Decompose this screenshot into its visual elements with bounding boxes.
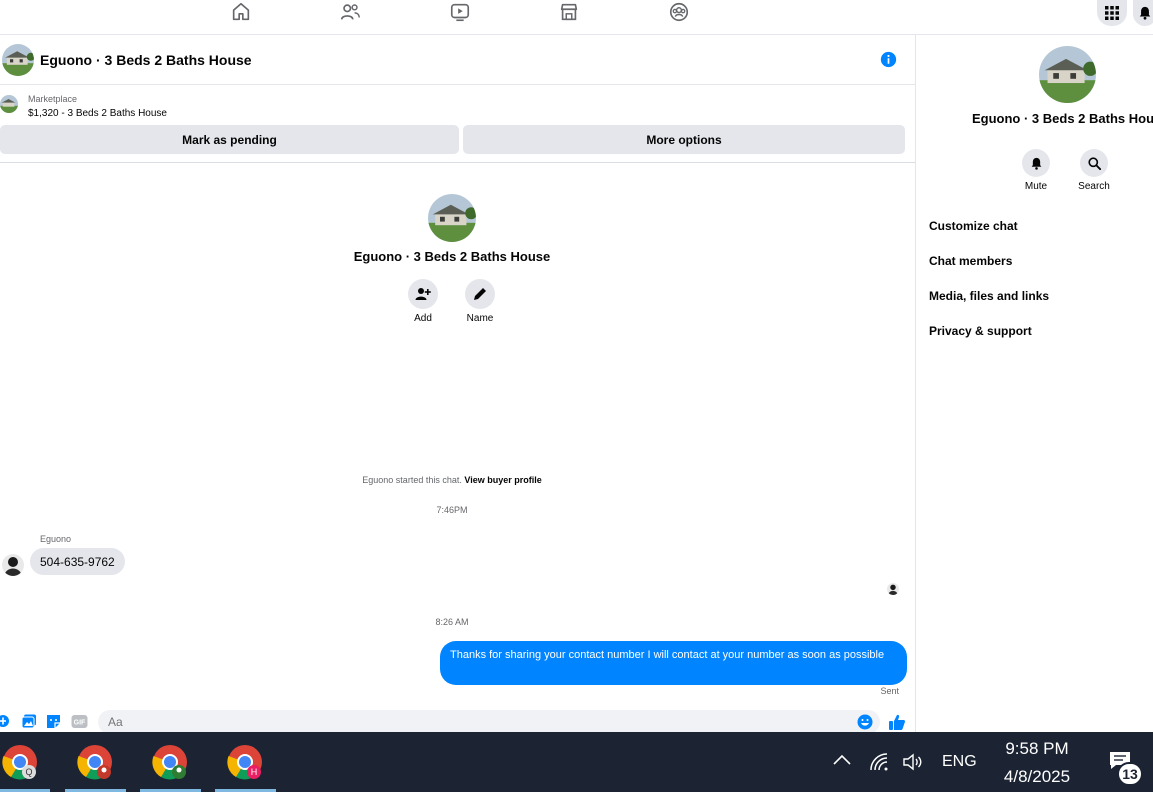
privacy-support-item[interactable]: Privacy & support (929, 324, 1032, 338)
chevron-up-icon[interactable] (832, 752, 852, 766)
chat-messages-area: Eguono · 3 Beds 2 Baths House Add Name E… (0, 163, 915, 708)
add-person-icon[interactable] (408, 279, 438, 309)
friends-icon[interactable] (339, 1, 361, 23)
customize-chat-item[interactable]: Customize chat (929, 219, 1018, 233)
panel-name: Eguono · 3 Beds 2 Baths House (972, 111, 1153, 126)
chat-avatar[interactable] (2, 44, 34, 76)
timestamp-1: 7:46PM (436, 505, 468, 515)
bell-icon[interactable] (1022, 149, 1050, 177)
listing-title[interactable]: $1,320 - 3 Beds 2 Baths House (28, 108, 167, 119)
chat-title[interactable]: Eguono · 3 Beds 2 Baths House (40, 52, 252, 68)
marketplace-icon[interactable] (558, 1, 580, 23)
thumbs-up-icon[interactable] (888, 713, 906, 731)
conversation-details-panel: Eguono · 3 Beds 2 Baths House Mute Searc… (915, 35, 1153, 732)
sender-avatar[interactable] (2, 554, 24, 576)
add-label: Add (414, 313, 432, 324)
chrome-icon[interactable]: Q (2, 744, 38, 780)
watch-icon[interactable] (449, 1, 471, 23)
chrome-icon[interactable] (77, 744, 113, 780)
volume-icon[interactable] (902, 752, 924, 772)
timestamp-2: 8:26 AM (435, 617, 469, 627)
search-icon[interactable] (1080, 149, 1108, 177)
windows-taskbar: Q H ENG 9:58 PM 4/8/2025 13 (0, 732, 1153, 792)
marketplace-bar: Marketplace $1,320 - 3 Beds 2 Baths Hous… (0, 85, 915, 163)
media-files-links-item[interactable]: Media, files and links (929, 289, 1049, 303)
pencil-icon[interactable] (465, 279, 495, 309)
mark-as-pending-button[interactable]: Mark as pending (0, 125, 459, 154)
chat-started-text: Eguono started this chat. (362, 475, 462, 485)
plus-icon[interactable] (0, 714, 12, 728)
clock-time[interactable]: 9:58 PM (990, 739, 1084, 759)
name-action[interactable]: Name (450, 279, 510, 324)
notifications-bell-icon[interactable] (1133, 0, 1153, 26)
outgoing-message-bubble[interactable]: Thanks for sharing your contact number I… (440, 641, 907, 685)
info-icon[interactable] (880, 51, 897, 68)
chat-started-notice: Eguono started this chat. View buyer pro… (250, 475, 654, 485)
groups-icon[interactable] (668, 1, 690, 23)
chrome-icon[interactable]: H (227, 744, 263, 780)
photo-icon[interactable] (21, 714, 37, 729)
profile-name: Eguono · 3 Beds 2 Baths House (353, 249, 551, 264)
profile-avatar[interactable] (428, 194, 476, 242)
message-input[interactable] (98, 710, 880, 734)
chat-header: Eguono · 3 Beds 2 Baths House (0, 35, 915, 85)
notification-count-badge: 13 (1117, 762, 1143, 786)
name-label: Name (466, 313, 494, 324)
incoming-message-bubble[interactable]: 504-635-9762 (30, 548, 125, 575)
top-navigation (0, 0, 1153, 35)
listing-thumbnail[interactable] (0, 95, 18, 113)
chrome-profile-badge: Q (25, 767, 32, 777)
search-label: Search (1078, 181, 1110, 192)
more-options-button[interactable]: More options (463, 125, 905, 154)
wifi-icon[interactable] (869, 752, 889, 772)
chrome-profile-badge: H (251, 767, 258, 777)
search-action[interactable]: Search (1064, 149, 1124, 192)
message-composer: GIF (0, 708, 915, 734)
emoji-icon[interactable] (857, 714, 873, 730)
chrome-icon[interactable] (152, 744, 188, 780)
marketplace-label: Marketplace (28, 94, 78, 104)
chat-members-item[interactable]: Chat members (929, 254, 1012, 268)
clock-date[interactable]: 4/8/2025 (990, 767, 1084, 787)
svg-text:GIF: GIF (74, 720, 86, 727)
sent-status: Sent (880, 686, 899, 696)
view-buyer-profile-link[interactable]: View buyer profile (464, 475, 541, 485)
menu-grid-icon[interactable] (1097, 0, 1127, 26)
gif-icon[interactable]: GIF (71, 714, 89, 729)
panel-avatar[interactable] (1039, 46, 1096, 103)
sender-name: Eguono (40, 534, 72, 544)
add-member-action[interactable]: Add (393, 279, 453, 324)
mute-action[interactable]: Mute (1006, 149, 1066, 192)
sticker-icon[interactable] (46, 714, 62, 729)
home-icon[interactable] (230, 1, 252, 23)
read-receipt-avatar (887, 583, 899, 595)
language-indicator[interactable]: ENG (942, 753, 977, 771)
mute-label: Mute (1024, 181, 1048, 192)
